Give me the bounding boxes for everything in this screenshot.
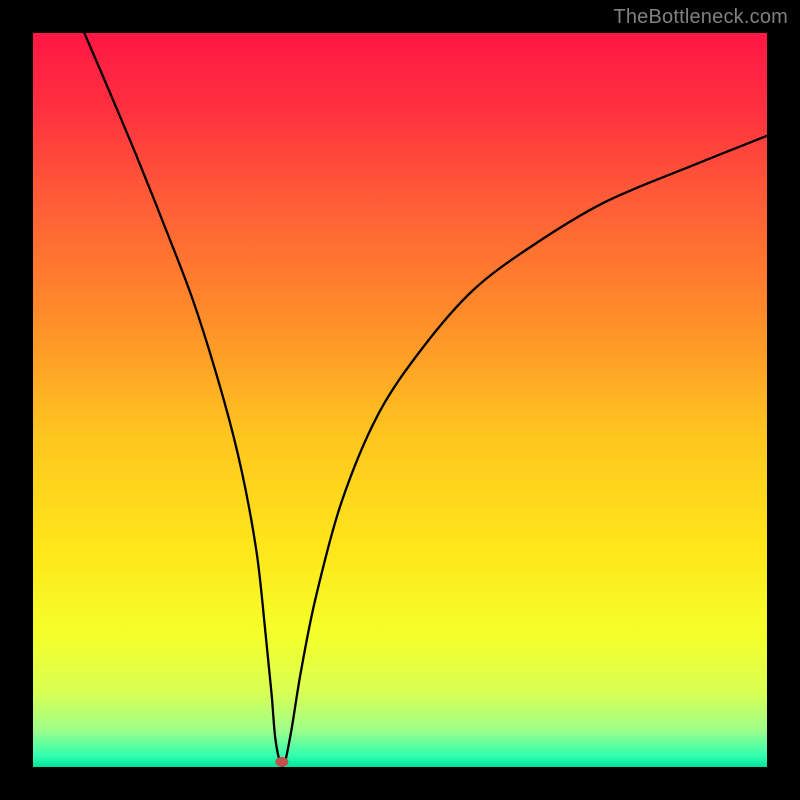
minimum-marker (275, 757, 288, 767)
chart-frame: TheBottleneck.com (0, 0, 800, 800)
plot-area (33, 33, 767, 767)
attribution-label: TheBottleneck.com (613, 6, 788, 29)
chart-svg (33, 33, 767, 767)
gradient-background (33, 33, 767, 767)
